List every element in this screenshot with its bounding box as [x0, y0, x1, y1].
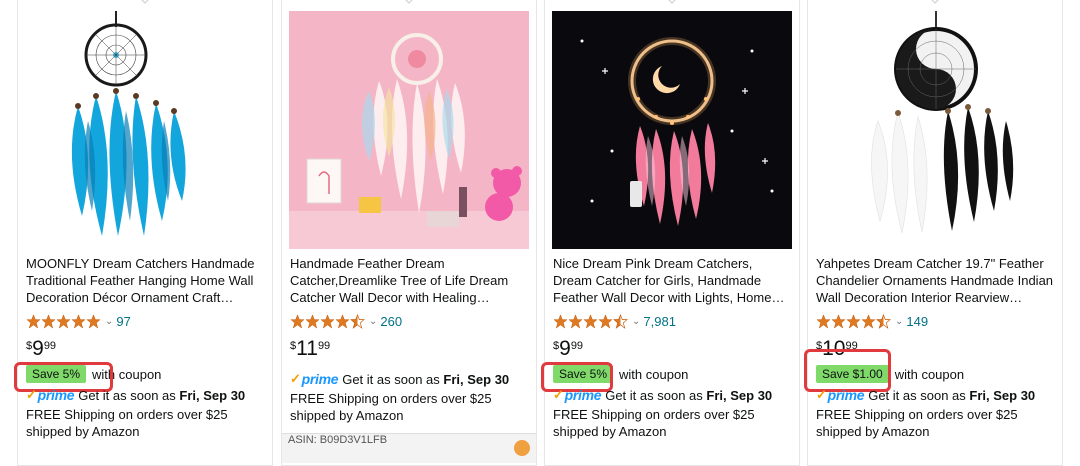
card-pin-icon	[405, 0, 413, 4]
product-title-4[interactable]: Yahpetes Dream Catcher 19.7" Feather Cha…	[816, 255, 1056, 306]
rating-2[interactable]: ⌄ 260	[290, 313, 402, 329]
price-whole: 9	[559, 337, 571, 360]
delivery-prefix: Get it as soon as	[868, 387, 966, 403]
star-icon	[305, 313, 320, 329]
price-2[interactable]: $11 99	[290, 336, 330, 364]
delivery-date: Fri, Sep 30	[443, 371, 510, 387]
coupon-highlight-box	[804, 349, 891, 392]
prime-delivery-1: ✓ prime Get it as soon as Fri, Sep 30	[26, 387, 245, 403]
star-icon	[71, 313, 86, 329]
product-image-4[interactable]	[808, 11, 1062, 249]
review-count-1[interactable]: 97	[116, 314, 130, 329]
card-pin-icon	[668, 0, 676, 4]
star-icon	[41, 313, 56, 329]
prime-logo-icon: ✓ prime	[26, 387, 75, 403]
rating-3[interactable]: ⌄ 7,981	[553, 313, 676, 329]
star-icon	[846, 313, 861, 329]
prime-delivery-3: ✓ prime Get it as soon as Fri, Sep 30	[553, 387, 772, 403]
star-icon	[598, 313, 613, 329]
product-image-3[interactable]	[552, 11, 792, 249]
product-card-3[interactable]: Nice Dream Pink Dream Catchers, Dream Ca…	[541, 0, 800, 466]
chevron-down-icon[interactable]: ⌄	[105, 316, 113, 327]
star-icon	[320, 313, 335, 329]
chevron-down-icon[interactable]: ⌄	[632, 316, 640, 327]
product-card-2[interactable]: Handmade Feather Dream Catcher,Dreamlike…	[281, 0, 537, 466]
review-count-4[interactable]: 149	[906, 314, 928, 329]
shipping-info-1: FREE Shipping on orders over $25 shipped…	[26, 407, 228, 439]
asin-text: ASIN: B09D3V1LFB	[288, 434, 388, 446]
rating-4[interactable]: ⌄ 149	[816, 313, 928, 329]
coupon-suffix: with coupon	[619, 366, 689, 382]
price-fraction: 99	[570, 340, 584, 352]
half-star-icon	[876, 313, 891, 329]
asin-strip: ASIN: B09D3V1LFB	[282, 433, 536, 463]
star-rating-1	[26, 313, 101, 329]
extension-icon[interactable]	[514, 440, 530, 456]
review-count-3[interactable]: 7,981	[643, 314, 676, 329]
prime-delivery-4: ✓ prime Get it as soon as Fri, Sep 30	[816, 387, 1035, 403]
delivery-date: Fri, Sep 30	[969, 387, 1036, 403]
star-icon	[290, 313, 305, 329]
star-icon	[86, 313, 101, 329]
shipping-info-4: FREE Shipping on orders over $25 shipped…	[816, 407, 1018, 439]
shipping-info-3: FREE Shipping on orders over $25 shipped…	[553, 407, 755, 439]
star-icon	[26, 313, 41, 329]
price-fraction: 99	[317, 340, 331, 352]
product-image-2[interactable]	[289, 11, 529, 249]
shipping-info-2: FREE Shipping on orders over $25 shipped…	[290, 391, 492, 423]
product-card-4[interactable]: Yahpetes Dream Catcher 19.7" Feather Cha…	[804, 0, 1063, 466]
price-1[interactable]: $9 99	[26, 336, 56, 364]
half-star-icon	[613, 313, 628, 329]
star-rating-2	[290, 313, 365, 329]
price-whole: 11	[296, 337, 318, 360]
half-star-icon	[350, 313, 365, 329]
product-title-3[interactable]: Nice Dream Pink Dream Catchers, Dream Ca…	[553, 255, 793, 306]
delivery-prefix: Get it as soon as	[78, 387, 176, 403]
review-count-2[interactable]: 260	[380, 314, 402, 329]
product-title-2[interactable]: Handmade Feather Dream Catcher,Dreamlike…	[290, 255, 530, 306]
star-icon	[335, 313, 350, 329]
star-icon	[831, 313, 846, 329]
chevron-down-icon[interactable]: ⌄	[369, 316, 377, 327]
star-rating-3	[553, 313, 628, 329]
star-rating-4	[816, 313, 891, 329]
price-3[interactable]: $9 99	[553, 336, 583, 364]
chevron-down-icon[interactable]: ⌄	[895, 316, 903, 327]
rating-1[interactable]: ⌄ 97	[26, 313, 131, 329]
star-icon	[583, 313, 598, 329]
price-whole: 9	[32, 337, 44, 360]
product-image-1[interactable]	[18, 11, 272, 249]
prime-delivery-2: ✓ prime Get it as soon as Fri, Sep 30	[290, 371, 509, 387]
star-icon	[816, 313, 831, 329]
delivery-date: Fri, Sep 30	[179, 387, 246, 403]
product-title-1[interactable]: MOONFLY Dream Catchers Handmade Traditio…	[26, 255, 266, 306]
coupon-suffix: with coupon	[894, 366, 965, 382]
price-fraction: 99	[43, 340, 57, 352]
star-icon	[861, 313, 876, 329]
star-icon	[568, 313, 583, 329]
star-icon	[553, 313, 568, 329]
product-card-1[interactable]: MOONFLY Dream Catchers Handmade Traditio…	[14, 0, 273, 466]
star-icon	[56, 313, 71, 329]
card-pin-icon	[141, 0, 149, 4]
card-pin-icon	[931, 0, 939, 4]
delivery-date: Fri, Sep 30	[706, 387, 773, 403]
prime-logo-icon: ✓ prime	[553, 387, 602, 403]
delivery-prefix: Get it as soon as	[342, 371, 440, 387]
delivery-prefix: Get it as soon as	[605, 387, 703, 403]
prime-logo-icon: ✓ prime	[816, 387, 865, 403]
prime-logo-icon: ✓ prime	[290, 371, 339, 387]
